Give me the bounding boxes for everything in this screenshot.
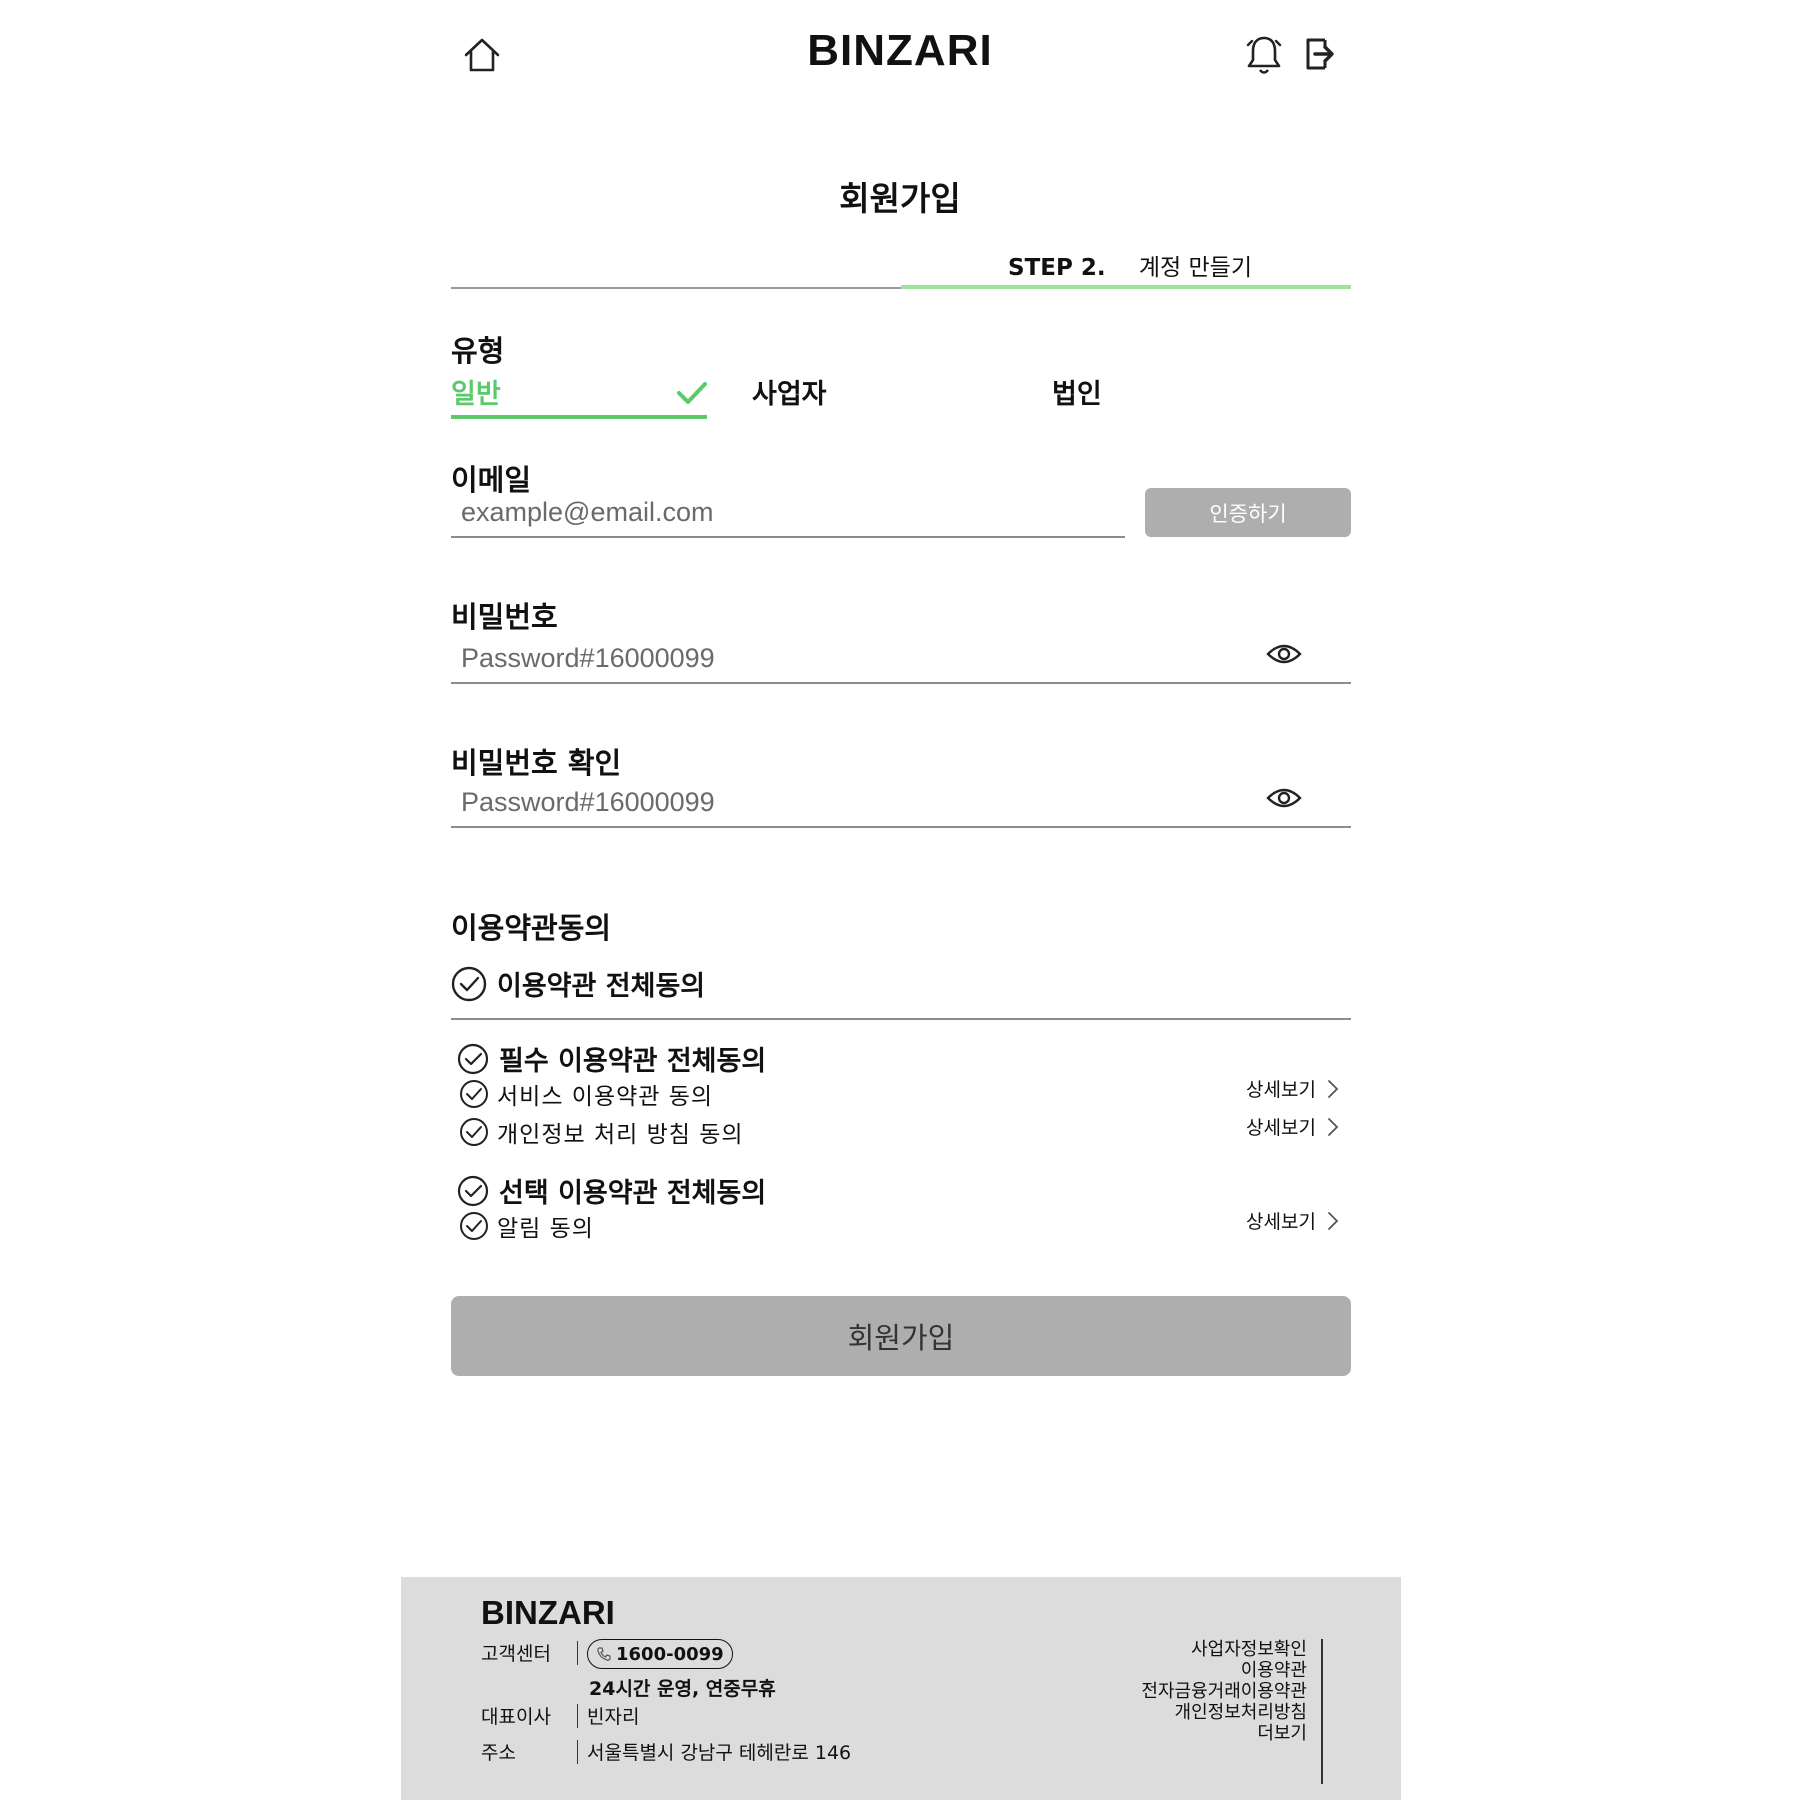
footer-cs-key: 고객센터 [481, 1643, 551, 1665]
tab-general-underline [451, 415, 707, 419]
footer-ceo-val: 빈자리 [587, 1706, 640, 1728]
step-indicator: STEP 2. 계정 만들기 [1008, 248, 1252, 282]
footer-phone-pill[interactable]: 1600-0099 [587, 1639, 733, 1669]
signup-submit-button[interactable]: 회원가입 [451, 1296, 1351, 1376]
notification-terms-label: 알림 동의 [497, 1216, 594, 1242]
optional-all-row[interactable]: 선택 이용약관 전체동의 [457, 1171, 766, 1210]
notification-terms-row[interactable]: 알림 동의 [459, 1209, 594, 1243]
circle-check-icon [457, 1175, 489, 1206]
agree-all-label: 이용약관 전체동의 [497, 971, 706, 1002]
footer-links: 사업자정보확인 이용약관 전자금융거래이용약관 개인정보처리방침 더보기 [1047, 1639, 1307, 1744]
agree-all-row[interactable]: 이용약관 전체동의 [451, 964, 705, 1003]
notification-detail-link[interactable]: 상세보기 [1246, 1207, 1342, 1234]
circle-check-icon [457, 1043, 489, 1074]
email-underline [451, 536, 1125, 538]
footer-addr-val: 서울특별시 강남구 테헤란로 146 [587, 1742, 852, 1764]
optional-all-label: 선택 이용약관 전체동의 [499, 1178, 767, 1209]
step-progress-fill [901, 285, 1351, 289]
circle-check-icon [460, 1080, 488, 1108]
circle-check-icon [460, 1212, 488, 1240]
brand-logo[interactable]: BINZARI [780, 26, 1020, 76]
detail-link-label: 상세보기 [1246, 1117, 1316, 1139]
circle-check-icon [451, 966, 487, 1001]
step-name: 계정 만들기 [1138, 255, 1253, 281]
footer-link-business-info[interactable]: 사업자정보확인 [1047, 1639, 1307, 1660]
privacy-terms-row[interactable]: 개인정보 처리 방침 동의 [459, 1115, 744, 1149]
tab-business-label: 사업자 [752, 379, 827, 410]
terms-divider [451, 1018, 1351, 1020]
email-input[interactable] [461, 494, 1111, 530]
eye-icon [1266, 644, 1302, 664]
footer-ceo-key: 대표이사 [481, 1706, 551, 1728]
show-password-button[interactable] [1264, 638, 1304, 670]
detail-link-label: 상세보기 [1246, 1079, 1316, 1101]
signup-page: BINZARI 회원가입 STEP 2. 계정 만들기 유형 일반 사업자 법인 [0, 0, 1801, 1800]
service-terms-row[interactable]: 서비스 이용약관 동의 [459, 1077, 713, 1111]
password-confirm-label: 비밀번호 확인 [451, 746, 622, 780]
show-password-confirm-button[interactable] [1264, 782, 1304, 814]
service-terms-detail-link[interactable]: 상세보기 [1246, 1075, 1342, 1102]
logout-button[interactable] [1298, 32, 1342, 76]
tab-corporate-label: 법인 [1052, 379, 1102, 410]
phone-icon [597, 1647, 611, 1661]
password-label: 비밀번호 [451, 600, 558, 634]
verify-button[interactable]: 인증하기 [1145, 488, 1351, 537]
password-confirm-underline [451, 826, 1351, 828]
footer-link-terms[interactable]: 이용약관 [1047, 1660, 1307, 1681]
required-all-row[interactable]: 필수 이용약관 전체동의 [457, 1039, 766, 1078]
home-button[interactable] [458, 33, 506, 77]
footer-link-privacy[interactable]: 개인정보처리방침 [1047, 1702, 1307, 1723]
footer-links-separator [1321, 1639, 1323, 1784]
logout-icon [1306, 38, 1334, 70]
footer-hours: 24시간 운영, 연중무휴 [589, 1678, 776, 1700]
footer-addr-key: 주소 [481, 1742, 516, 1764]
password-input[interactable] [461, 640, 1221, 676]
check-icon [677, 382, 707, 404]
tab-business[interactable]: 사업자 [752, 372, 827, 411]
footer-separator [577, 1740, 578, 1764]
eye-icon [1266, 788, 1302, 808]
footer: BINZARI 고객센터 1600-0099 24시간 운영, 연중무휴 대표이… [401, 1577, 1401, 1800]
privacy-terms-detail-link[interactable]: 상세보기 [1246, 1113, 1342, 1140]
footer-separator [577, 1641, 578, 1665]
page-title: 회원가입 [839, 179, 961, 218]
footer-link-efinance-terms[interactable]: 전자금융거래이용약관 [1047, 1681, 1307, 1702]
footer-separator [577, 1704, 578, 1728]
chevron-right-icon [1328, 1211, 1339, 1230]
home-icon [464, 38, 500, 72]
privacy-terms-label: 개인정보 처리 방침 동의 [497, 1122, 744, 1148]
chevron-right-icon [1328, 1117, 1339, 1136]
footer-brand: BINZARI [481, 1594, 615, 1631]
bell-icon [1246, 36, 1282, 74]
terms-section-label: 이용약관동의 [451, 911, 612, 945]
required-all-label: 필수 이용약관 전체동의 [499, 1046, 767, 1077]
tab-general-label: 일반 [451, 379, 501, 410]
step-number: STEP 2. [1008, 255, 1106, 281]
service-terms-label: 서비스 이용약관 동의 [497, 1084, 714, 1110]
chevron-right-icon [1328, 1079, 1339, 1098]
password-underline [451, 682, 1351, 684]
type-label: 유형 [451, 334, 505, 368]
footer-phone: 1600-0099 [616, 1643, 724, 1665]
password-confirm-input[interactable] [461, 784, 1221, 820]
email-label: 이메일 [451, 463, 532, 497]
notification-button[interactable] [1240, 30, 1288, 80]
circle-check-icon [460, 1118, 488, 1146]
tab-general[interactable]: 일반 [451, 372, 707, 419]
detail-link-label: 상세보기 [1246, 1211, 1316, 1233]
footer-link-more[interactable]: 더보기 [1047, 1723, 1307, 1744]
step-progress-track [451, 287, 901, 289]
tab-corporate[interactable]: 법인 [1052, 372, 1102, 411]
